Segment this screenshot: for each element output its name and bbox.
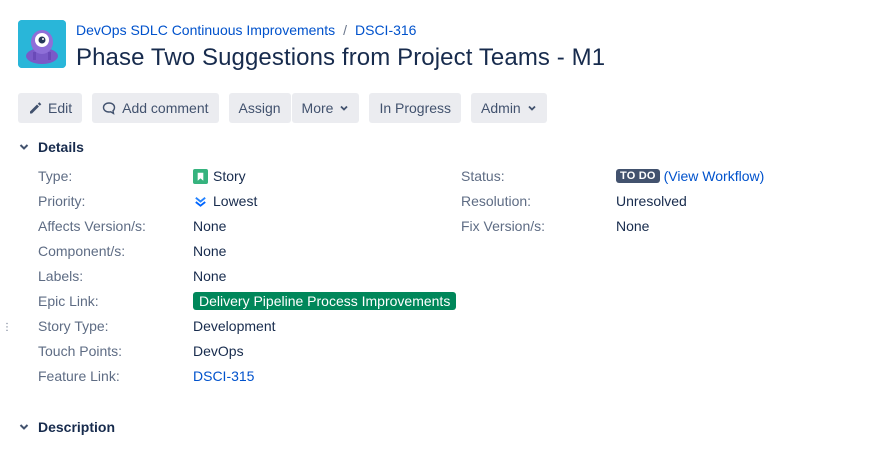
component-label: Component/s: [38, 243, 126, 259]
breadcrumb-separator: / [343, 22, 347, 38]
details-section-toggle[interactable]: Details [18, 139, 84, 155]
chevron-down-icon [19, 144, 29, 150]
more-label: More [301, 100, 334, 116]
description-section-toggle[interactable]: Description [18, 419, 115, 435]
breadcrumb: DevOps SDLC Continuous Improvements / DSCI… [76, 22, 416, 38]
status-value: TO DO (View Workflow) [616, 168, 764, 184]
chevron-down-icon [340, 105, 349, 111]
labels-label: Labels: [38, 268, 84, 284]
touch-points-label: Touch Points: [38, 343, 123, 359]
chevron-down-icon [528, 105, 536, 111]
epic-link-badge[interactable]: Delivery Pipeline Process Improvements [193, 292, 457, 310]
touch-points-value: DevOps [193, 343, 244, 359]
breadcrumb-project-link[interactable]: DevOps SDLC Continuous Improvements [76, 22, 335, 38]
priority-label: Priority: [38, 193, 86, 209]
feature-link-value[interactable]: DSCI-315 [193, 368, 254, 384]
issue-toolbar: Edit Add comment Assign More In Progress… [18, 93, 547, 123]
fix-version-value: None [616, 218, 650, 234]
type-label: Type: [38, 168, 73, 184]
chevron-down-icon [19, 424, 29, 430]
type-value-text: Story [213, 168, 246, 184]
story-type-value: Development [193, 318, 276, 334]
admin-label: Admin [481, 100, 521, 116]
edit-button[interactable]: Edit [18, 93, 83, 123]
priority-value: Lowest [193, 193, 257, 209]
type-value: Story [193, 168, 246, 184]
in-progress-button[interactable]: In Progress [369, 93, 462, 123]
affects-version-label: Affects Version/s: [38, 218, 146, 234]
labels-value[interactable]: None [193, 268, 226, 284]
status-badge: TO DO [616, 169, 660, 183]
epic-link-value: Delivery Pipeline Process Improvements [193, 292, 457, 310]
more-button[interactable]: More [291, 93, 360, 123]
add-comment-label: Add comment [122, 100, 209, 116]
assign-button[interactable]: Assign [228, 93, 291, 123]
view-workflow-link[interactable]: (View Workflow) [664, 168, 765, 184]
status-label: Status: [461, 168, 505, 184]
project-avatar-icon[interactable] [18, 20, 66, 68]
resolution-value: Unresolved [616, 193, 687, 209]
epic-link-label: Epic Link: [38, 293, 99, 309]
breadcrumb-issue-link[interactable]: DSCI-316 [355, 22, 416, 38]
story-bookmark-icon [193, 168, 208, 184]
edit-button-label: Edit [48, 100, 73, 116]
affects-version-value: None [193, 218, 227, 234]
admin-button[interactable]: Admin [471, 93, 547, 123]
description-heading: Description [38, 419, 116, 435]
page-title[interactable]: Phase Two Suggestions from Project Teams… [76, 44, 605, 72]
feature-link-label: Feature Link: [38, 368, 120, 384]
resolution-label: Resolution: [461, 193, 532, 209]
priority-value-text: Lowest [213, 193, 258, 209]
details-heading: Details [38, 139, 84, 155]
component-value: None [193, 243, 227, 259]
pencil-icon [30, 102, 42, 114]
speech-bubble-icon [102, 102, 116, 115]
story-type-label: Story Type: [38, 318, 109, 334]
drag-handle-icon[interactable]: ⋮ [2, 323, 12, 333]
add-comment-button[interactable]: Add comment [92, 93, 219, 123]
assign-label: Assign [238, 100, 281, 116]
fix-version-label: Fix Version/s: [461, 218, 546, 234]
in-progress-label: In Progress [379, 100, 452, 116]
double-chevron-down-icon [195, 196, 206, 207]
